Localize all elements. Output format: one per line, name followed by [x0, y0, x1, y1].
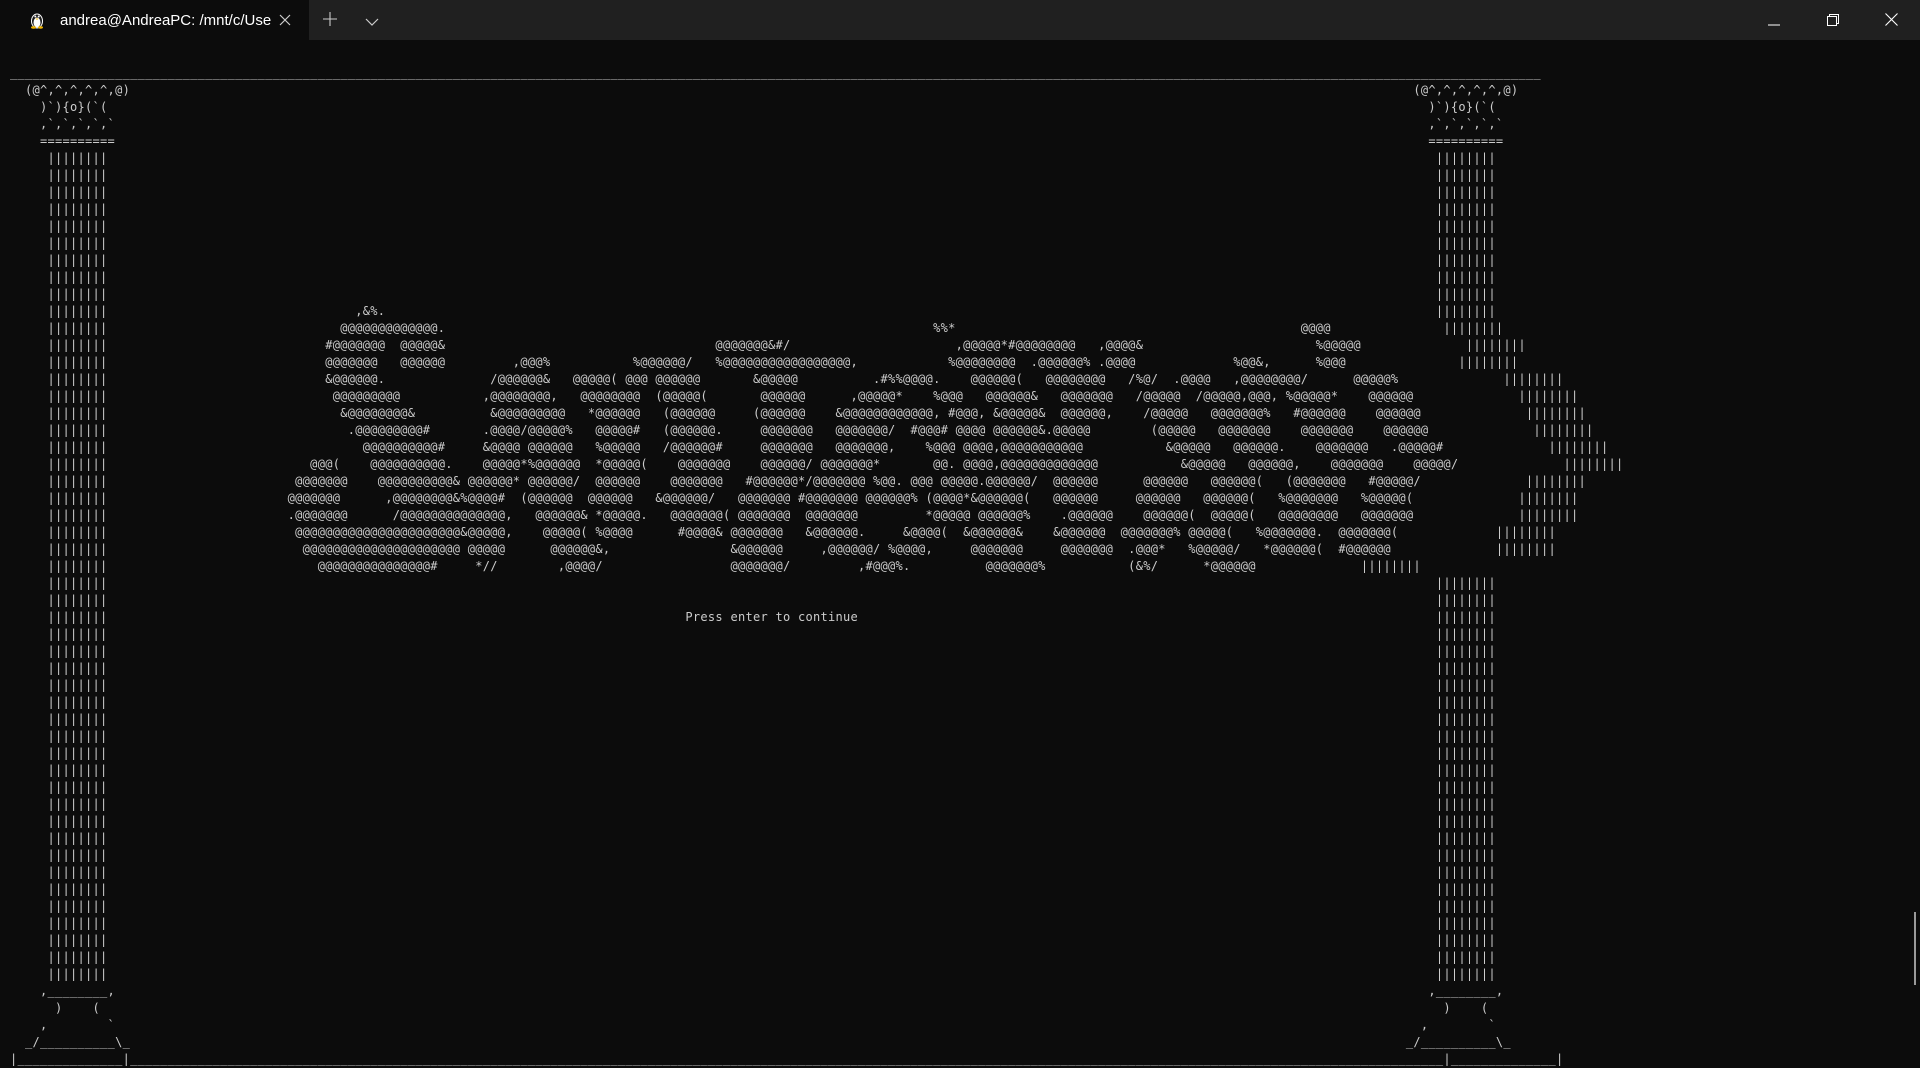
- terminal-line: |||||||| ||||||||: [10, 627, 1496, 641]
- terminal-line: |||||||| @@@@@@@@@@# &@@@@ @@@@@@ %@@@@@…: [10, 440, 1609, 454]
- terminal-tab[interactable]: andrea@AndreaPC: /mnt/c/Use: [0, 0, 309, 40]
- terminal-line: |||||||| ||||||||: [10, 270, 1496, 284]
- terminal-line: |||||||| ||||||||: [10, 202, 1496, 216]
- terminal-line: |||||||| ||||||||: [10, 865, 1496, 879]
- terminal-line: |||||||| ||||||||: [10, 695, 1496, 709]
- terminal-line: |||||||| ||||||||: [10, 168, 1496, 182]
- terminal-line: |||||||| @@@@@@@@@ ,@@@@@@@@, @@@@@@@@ (…: [10, 389, 1579, 403]
- terminal-viewport[interactable]: ________________________________________…: [0, 40, 1920, 1066]
- terminal-output: ________________________________________…: [10, 65, 1624, 1068]
- scrollbar-thumb[interactable]: [1914, 912, 1916, 985]
- terminal-line: |||||||| ||||||||: [10, 780, 1496, 794]
- terminal-line: ) ( ) (: [10, 1001, 1489, 1015]
- terminal-line: |||||||| @@@@@@@@@@@@@@@# *// ,@@@@/ @@@…: [10, 559, 1421, 573]
- terminal-line: _/__________\_ _/__________\_: [10, 1035, 1511, 1049]
- terminal-line: ,________, ,________,: [10, 984, 1504, 998]
- title-bar: andrea@AndreaPC: /mnt/c/Use: [0, 0, 1920, 40]
- terminal-line: |||||||| @@@@@@@@@@@@@@@@@@@@@@&@@@@@, @…: [10, 525, 1556, 539]
- new-tab-button[interactable]: [309, 0, 351, 40]
- terminal-line: |||||||| @@@@@@@ ,@@@@@@@@&%@@@@# (@@@@@…: [10, 491, 1579, 505]
- tab-title: andrea@AndreaPC: /mnt/c/Use: [60, 11, 272, 29]
- terminal-line: |||||||| ||||||||: [10, 763, 1496, 777]
- terminal-line: (@^,^,^,^,^,@) (@^,^,^,^,^,@): [10, 83, 1519, 97]
- terminal-line: )`){o}(`( )`){o}(`(: [10, 100, 1496, 114]
- close-icon: [1884, 11, 1898, 30]
- linux-penguin-icon: [26, 9, 48, 31]
- minimize-button[interactable]: [1744, 0, 1803, 40]
- terminal-line: |||||||| ||||||||: [10, 848, 1496, 862]
- terminal-line: |||||||| ||||||||: [10, 185, 1496, 199]
- terminal-line: |||||||| ||||||||: [10, 219, 1496, 233]
- close-window-button[interactable]: [1862, 0, 1920, 40]
- terminal-line: |||||||| ||||||||: [10, 253, 1496, 267]
- terminal-line: |||||||| ||||||||: [10, 151, 1496, 165]
- terminal-line: ,`,`,`,`,` ,`,`,`,`,`: [10, 117, 1504, 131]
- terminal-line: |||||||| @@@@@@@@@@@@@. %%* @@@@ |||||||…: [10, 321, 1504, 335]
- terminal-line: |||||||| ||||||||: [10, 899, 1496, 913]
- chevron-down-icon: [365, 11, 379, 30]
- terminal-line: |||||||| &@@@@@@@@& &@@@@@@@@@ *@@@@@@ (…: [10, 406, 1586, 420]
- terminal-line: |||||||| ||||||||: [10, 831, 1496, 845]
- terminal-line: |______________|________________________…: [10, 1052, 1564, 1066]
- terminal-line: |||||||| ||||||||: [10, 797, 1496, 811]
- minimize-icon: [1767, 11, 1780, 30]
- terminal-line: |||||||| Press enter to continue |||||||…: [10, 610, 1496, 624]
- terminal-line: |||||||| .@@@@@@@@@# .@@@@/@@@@@% @@@@@#…: [10, 423, 1594, 437]
- titlebar-drag-area[interactable]: [393, 0, 1744, 40]
- terminal-line: |||||||| .@@@@@@@ /@@@@@@@@@@@@@@, @@@@@…: [10, 508, 1579, 522]
- close-tab-icon[interactable]: [274, 9, 296, 31]
- terminal-line: |||||||| ||||||||: [10, 950, 1496, 964]
- terminal-line: |||||||| ||||||||: [10, 814, 1496, 828]
- terminal-line: |||||||| ||||||||: [10, 287, 1496, 301]
- terminal-line: |||||||| ||||||||: [10, 576, 1496, 590]
- plus-icon: [323, 11, 337, 30]
- terminal-line: , ` , `: [10, 1018, 1496, 1032]
- restore-button[interactable]: [1803, 0, 1862, 40]
- terminal-line: |||||||| ||||||||: [10, 916, 1496, 930]
- terminal-line: |||||||| ||||||||: [10, 967, 1496, 981]
- terminal-line: |||||||| ||||||||: [10, 729, 1496, 743]
- terminal-line: |||||||| ,&%. ||||||||: [10, 304, 1496, 318]
- terminal-line: |||||||| ||||||||: [10, 593, 1496, 607]
- terminal-line: |||||||| @@@( @@@@@@@@@@. @@@@@*%@@@@@@ …: [10, 457, 1624, 471]
- terminal-line: |||||||| @@@@@@@ @@@@@@@@@@& @@@@@@* @@@…: [10, 474, 1586, 488]
- terminal-line: ________________________________________…: [10, 66, 1541, 80]
- terminal-line: |||||||| ||||||||: [10, 678, 1496, 692]
- terminal-line: |||||||| ||||||||: [10, 933, 1496, 947]
- tab-dropdown-button[interactable]: [351, 0, 393, 40]
- terminal-line: |||||||| &@@@@@@. /@@@@@@& @@@@@( @@@ @@…: [10, 372, 1564, 386]
- terminal-line: |||||||| @@@@@@@@@@@@@@@@@@@@@ @@@@@ @@@…: [10, 542, 1556, 556]
- terminal-line: |||||||| ||||||||: [10, 882, 1496, 896]
- restore-icon: [1826, 11, 1839, 30]
- terminal-line: |||||||| ||||||||: [10, 746, 1496, 760]
- terminal-line: |||||||| ||||||||: [10, 644, 1496, 658]
- terminal-line: |||||||| @@@@@@@ @@@@@@ ,@@@% %@@@@@@/ %…: [10, 355, 1519, 369]
- terminal-line: |||||||| ||||||||: [10, 712, 1496, 726]
- terminal-line: ========== ==========: [10, 134, 1504, 148]
- terminal-line: |||||||| ||||||||: [10, 661, 1496, 675]
- terminal-line: |||||||| ||||||||: [10, 236, 1496, 250]
- terminal-line: |||||||| #@@@@@@@ @@@@@& @@@@@@@&#/ ,@@@…: [10, 338, 1526, 352]
